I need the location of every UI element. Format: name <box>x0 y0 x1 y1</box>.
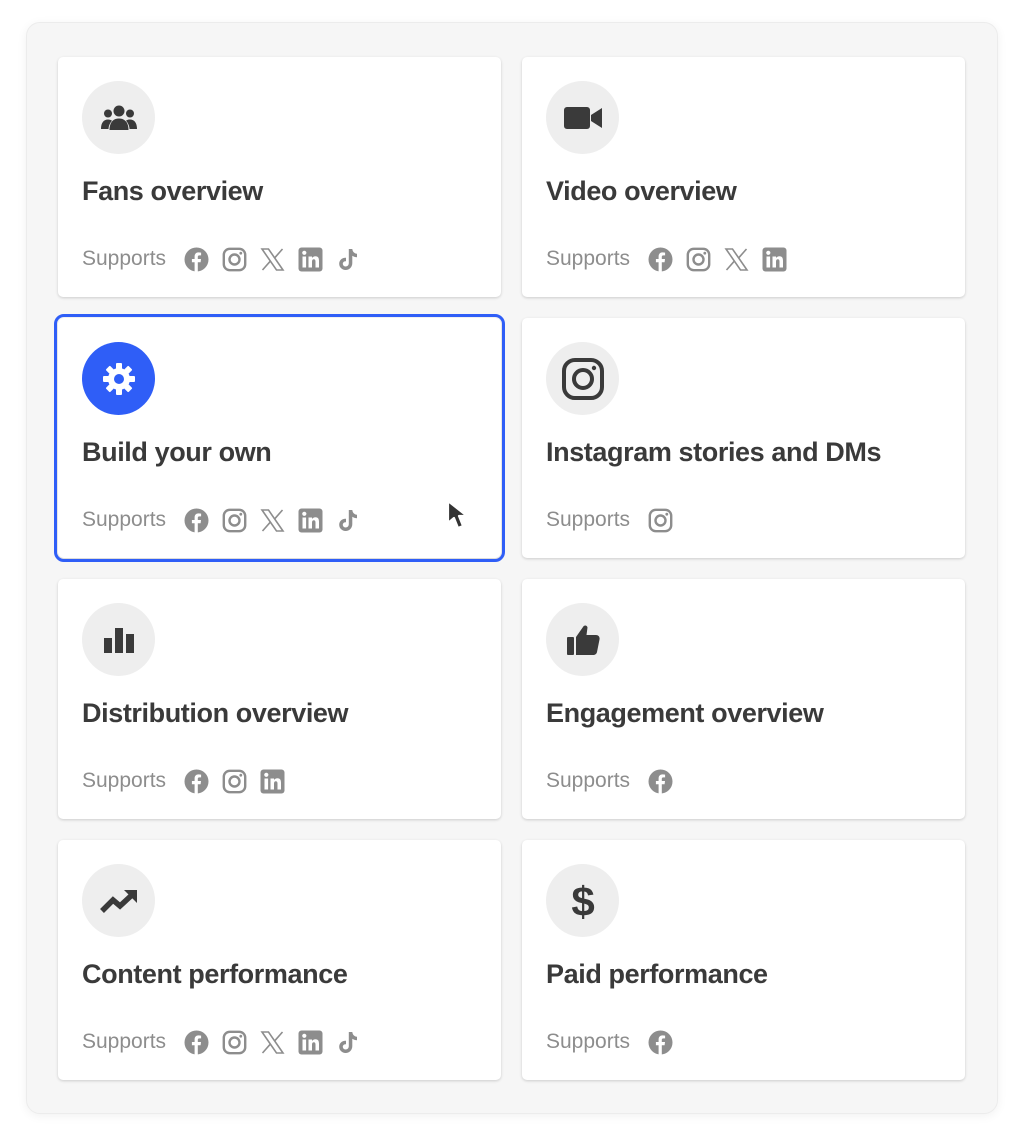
report-card-content-performance[interactable]: Content performance Supports <box>58 840 501 1080</box>
supports-label: Supports <box>546 247 631 270</box>
linkedin-icon <box>298 508 323 533</box>
supports-label: Supports <box>546 769 631 792</box>
linkedin-icon <box>260 769 285 794</box>
report-card-engagement-overview[interactable]: Engagement overview Supports <box>522 579 965 819</box>
x-twitter-icon <box>260 508 285 533</box>
supported-networks: Supports <box>82 768 298 794</box>
report-card-instagram-stories-and-dms[interactable]: Instagram stories and DMs Supports <box>522 318 965 558</box>
video-camera-icon <box>546 81 619 154</box>
linkedin-icon <box>762 247 787 272</box>
svg-text:$: $ <box>571 879 594 923</box>
people-icon <box>82 81 155 154</box>
card-title: Build your own <box>82 437 272 467</box>
supported-networks: Supports <box>546 507 686 533</box>
report-card-fans-overview[interactable]: Fans overview Supports <box>58 57 501 297</box>
x-twitter-icon <box>724 247 749 272</box>
supports-label: Supports <box>546 508 631 531</box>
facebook-icon <box>648 1030 673 1055</box>
card-title: Engagement overview <box>546 698 824 728</box>
tiktok-icon <box>336 508 361 533</box>
supports-label: Supports <box>82 247 167 270</box>
card-title: Video overview <box>546 176 737 206</box>
instagram-icon <box>546 342 619 415</box>
supported-networks: Supports <box>82 1029 374 1055</box>
linkedin-icon <box>298 247 323 272</box>
instagram-icon <box>222 508 247 533</box>
facebook-icon <box>184 247 209 272</box>
card-title: Fans overview <box>82 176 263 206</box>
tiktok-icon <box>336 247 361 272</box>
supports-label: Supports <box>82 1030 167 1053</box>
x-twitter-icon <box>260 1030 285 1055</box>
gear-icon <box>82 342 155 415</box>
supported-networks: Supports <box>82 507 374 533</box>
mouse-cursor-icon <box>446 499 469 530</box>
card-title: Content performance <box>82 959 348 989</box>
tiktok-icon <box>336 1030 361 1055</box>
x-twitter-icon <box>260 247 285 272</box>
trending-up-icon <box>82 864 155 937</box>
supported-networks: Supports <box>546 246 800 272</box>
instagram-icon <box>686 247 711 272</box>
supported-networks: Supports <box>546 1029 686 1055</box>
card-title: Distribution overview <box>82 698 349 728</box>
report-card-paid-performance[interactable]: $ Paid performance Supports <box>522 840 965 1080</box>
thumbs-up-icon <box>546 603 619 676</box>
instagram-icon <box>222 1030 247 1055</box>
supports-label: Supports <box>546 1030 631 1053</box>
facebook-icon <box>184 508 209 533</box>
supported-networks: Supports <box>82 246 374 272</box>
dollar-icon: $ <box>546 864 619 937</box>
card-title: Paid performance <box>546 959 768 989</box>
facebook-icon <box>184 1030 209 1055</box>
bar-chart-icon <box>82 603 155 676</box>
instagram-icon <box>222 769 247 794</box>
card-title: Instagram stories and DMs <box>546 437 882 467</box>
facebook-icon <box>648 247 673 272</box>
report-template-grid: Fans overview Supports Video overview Suppo… <box>54 57 965 1080</box>
report-card-build-your-own[interactable]: Build your own Supports <box>54 314 505 562</box>
linkedin-icon <box>298 1030 323 1055</box>
report-card-video-overview[interactable]: Video overview Supports <box>522 57 965 297</box>
facebook-icon <box>648 769 673 794</box>
instagram-icon <box>222 247 247 272</box>
report-card-distribution-overview[interactable]: Distribution overview Supports <box>58 579 501 819</box>
supported-networks: Supports <box>546 768 686 794</box>
supports-label: Supports <box>82 508 167 531</box>
supports-label: Supports <box>82 769 167 792</box>
instagram-icon <box>648 508 673 533</box>
facebook-icon <box>184 769 209 794</box>
